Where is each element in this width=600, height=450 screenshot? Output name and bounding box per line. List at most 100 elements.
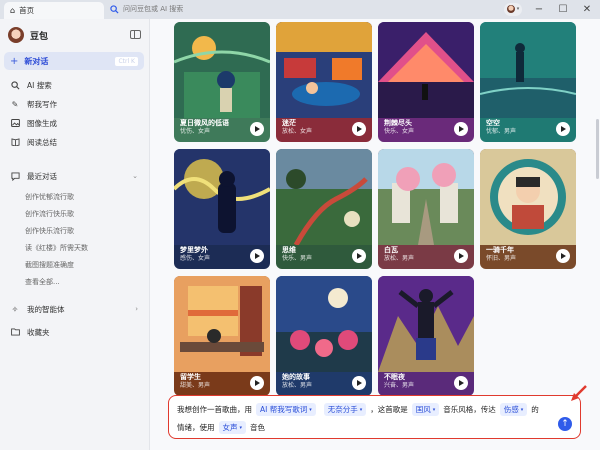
song-meta: 她的故事 放松、男声 <box>282 373 352 390</box>
chip-label: AI 帮我写歌词 <box>260 405 308 414</box>
folder-icon <box>10 327 20 337</box>
sidebar-collapse-icon[interactable] <box>130 30 141 39</box>
voice-chip[interactable]: 女声 ▾ <box>218 421 247 434</box>
play-icon[interactable] <box>352 249 366 263</box>
scrollbar[interactable] <box>594 19 600 450</box>
close-icon[interactable]: ✕ <box>580 2 594 16</box>
style-chip[interactable]: 国风 ▾ <box>411 403 440 416</box>
chip-label: 国风 <box>415 405 431 414</box>
avatar <box>506 5 515 13</box>
view-all-link[interactable]: 查看全部... <box>25 277 60 287</box>
search-placeholder: 问问豆包或 AI 搜索 <box>123 5 184 13</box>
play-icon[interactable] <box>352 376 366 390</box>
song-tags: 忧伤、女声 <box>180 128 211 135</box>
topic-chip[interactable]: 无奈分手 ▾ <box>323 403 367 416</box>
song-meta: 留学生 甜美、男声 <box>180 373 250 390</box>
play-icon[interactable] <box>250 376 264 390</box>
song-card[interactable]: 思维 快乐、男声 <box>276 149 372 269</box>
song-card[interactable]: 迷茫 放松、女声 <box>276 22 372 142</box>
sidebar-item-writing[interactable]: ✎ 帮我写作 <box>4 95 144 113</box>
brand: 豆包 <box>8 27 48 43</box>
chevron-down-icon: ▾ <box>520 406 524 413</box>
pointer-arrow-icon <box>571 385 587 401</box>
doubao-logo-icon <box>8 27 24 43</box>
prompt-box[interactable]: 我想创作一首歌曲，用 AI 帮我写歌词 ▾ 无奈分手 ▾ ，这首歌是 国风 ▾ 音乐风… <box>168 395 581 439</box>
search-bar[interactable]: 问问豆包或 AI 搜索 <box>106 2 326 16</box>
prompt-text: 的 <box>531 405 539 414</box>
play-icon[interactable] <box>250 122 264 136</box>
home-icon: ⌂ <box>10 6 16 15</box>
song-title: 空空 <box>486 119 500 127</box>
song-title: 荆棘尽头 <box>384 119 412 127</box>
new-chat-button[interactable]: + 新对话 Ctrl K <box>4 52 144 70</box>
recent-chat-item[interactable]: 创作快乐流行歌 <box>25 226 74 236</box>
recent-chats-header[interactable]: 最近对话 ⌄ <box>4 167 144 185</box>
plus-icon: + <box>10 55 19 67</box>
play-icon[interactable] <box>556 249 570 263</box>
song-cover-white-tile <box>378 149 474 245</box>
sidebar-item-label: 帮我写作 <box>27 99 57 109</box>
minimize-icon[interactable]: − <box>532 2 546 16</box>
song-card[interactable]: 空空 忧郁、男声 <box>480 22 576 142</box>
sidebar-item-ai-search[interactable]: AI 搜索 <box>4 76 144 94</box>
recent-chat-item[interactable]: 创作忧郁流行歌 <box>25 192 74 202</box>
song-card[interactable]: 荆棘尽头 快乐、女声 <box>378 22 474 142</box>
search-icon <box>10 80 20 90</box>
song-tags: 放松、男声 <box>384 255 415 262</box>
song-card[interactable]: 不眠夜 兴奋、男声 <box>378 276 474 396</box>
song-meta: 思维 快乐、男声 <box>282 246 352 263</box>
song-tags: 放松、女声 <box>282 128 313 135</box>
prompt-line-2: 情绪，使用 女声 ▾ 音色 <box>177 421 265 434</box>
sidebar-item-reading[interactable]: 阅读总结 <box>4 133 144 151</box>
sidebar-item-image[interactable]: 图像生成 <box>4 114 144 132</box>
sidebar-item-my-agents[interactable]: ✧ 我的智能体 › <box>4 300 144 318</box>
prompt-text: 音乐风格，传达 <box>443 405 496 414</box>
send-button[interactable]: ↑ <box>558 417 572 431</box>
sidebar-item-favorites[interactable]: 收藏夹 <box>4 323 144 341</box>
play-icon[interactable] <box>454 122 468 136</box>
play-icon[interactable] <box>454 249 468 263</box>
pen-icon: ✎ <box>11 99 19 109</box>
song-tags: 甜美、男声 <box>180 382 211 389</box>
song-tags: 感伤、女声 <box>180 255 211 262</box>
mood-chip[interactable]: 伤感 ▾ <box>499 403 528 416</box>
scrollbar-thumb[interactable] <box>596 119 599 179</box>
account-avatar-button[interactable]: ▾ <box>504 2 522 16</box>
recent-chats-label: 最近对话 <box>27 171 57 181</box>
recent-chat-item[interactable]: 截图搜题准确度 <box>25 260 74 270</box>
maximize-icon[interactable]: ☐ <box>556 2 570 16</box>
recent-chat-item[interactable]: 创作流行快乐歌 <box>25 209 74 219</box>
song-card[interactable]: 梦里梦外 感伤、女声 <box>174 149 270 269</box>
title-bar: ⌂ 首页 问问豆包或 AI 搜索 ▾ − ☐ ✕ <box>0 0 600 19</box>
song-card[interactable]: 夏日微风的低语 忧伤、女声 <box>174 22 270 142</box>
song-cover-student <box>174 276 270 372</box>
play-icon[interactable] <box>454 376 468 390</box>
play-icon[interactable] <box>250 249 264 263</box>
tool-chip[interactable]: AI 帮我写歌词 ▾ <box>256 403 316 416</box>
song-card[interactable]: 一骑千年 怀旧、男声 <box>480 149 576 269</box>
tab-home[interactable]: ⌂ 首页 <box>4 2 104 19</box>
sidebar-item-label: AI 搜索 <box>27 80 52 90</box>
prompt-text: 情绪，使用 <box>177 423 215 432</box>
arrow-up-icon: ↑ <box>561 419 569 429</box>
search-icon <box>110 4 119 14</box>
song-meta: 荆棘尽头 快乐、女声 <box>384 119 454 136</box>
prompt-text: ，这首歌是 <box>370 405 408 414</box>
song-card[interactable]: 白瓦 放松、男声 <box>378 149 474 269</box>
chevron-down-icon: ▾ <box>516 6 520 12</box>
recent-chat-item[interactable]: 读《红楼》所需天数 <box>25 243 88 253</box>
song-meta: 夏日微风的低语 忧伤、女声 <box>180 119 250 136</box>
chat-bubble-icon <box>10 171 20 181</box>
play-icon[interactable] <box>352 122 366 136</box>
song-card[interactable]: 她的故事 放松、男声 <box>276 276 372 396</box>
song-cover-thinking <box>276 149 372 245</box>
song-tags: 兴奋、男声 <box>384 382 415 389</box>
brand-name: 豆包 <box>30 31 49 42</box>
song-tags: 放松、男声 <box>282 382 313 389</box>
play-icon[interactable] <box>556 122 570 136</box>
song-meta: 迷茫 放松、女声 <box>282 119 352 136</box>
song-cover-dream <box>174 149 270 245</box>
song-meta: 一骑千年 怀旧、男声 <box>486 246 556 263</box>
song-card[interactable]: 留学生 甜美、男声 <box>174 276 270 396</box>
song-title: 梦里梦外 <box>180 246 208 254</box>
